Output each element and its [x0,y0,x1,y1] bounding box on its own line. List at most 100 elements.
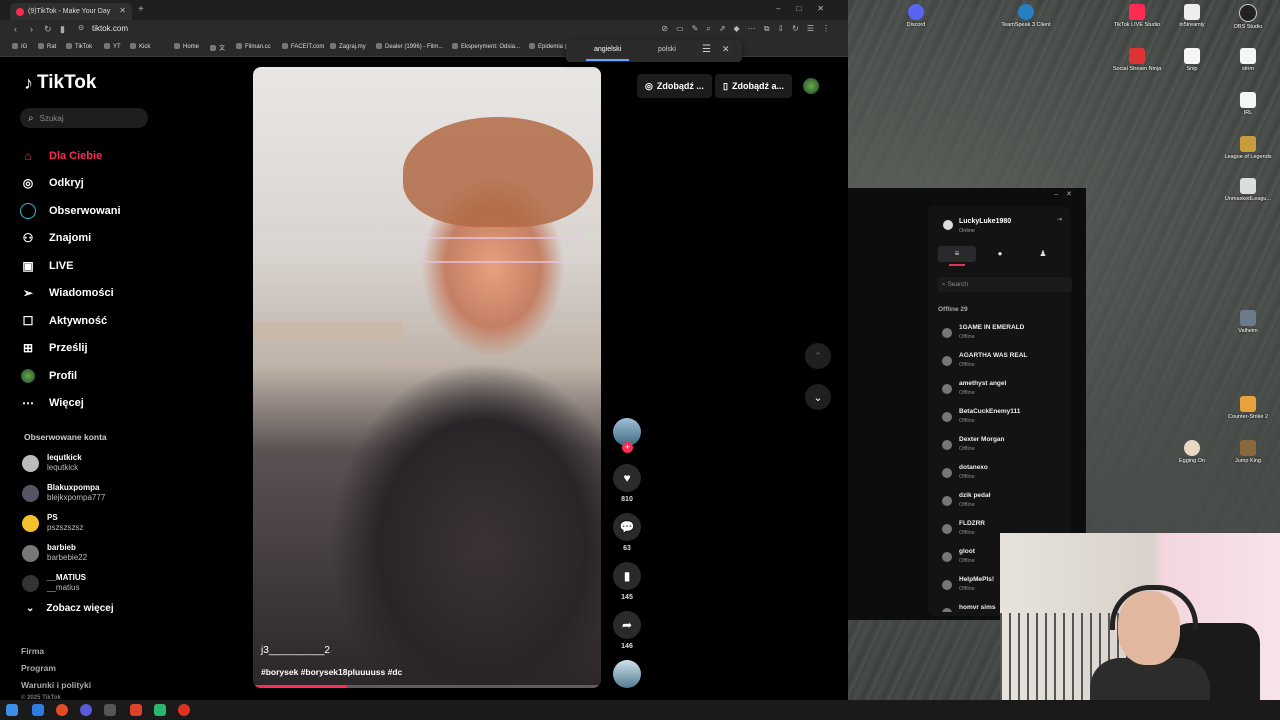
tiktok-logo[interactable]: ♪ TikTok [24,72,96,94]
forward-icon[interactable]: › [30,24,33,34]
get-app-button[interactable]: ▯ Zdobądź a... [715,74,792,98]
desktop-icon-strim[interactable]: strim [1218,48,1278,72]
profile-avatar[interactable] [803,78,819,94]
back-icon[interactable]: ‹ [14,24,17,34]
desktop-icon-tiktok-live[interactable]: TikTok LIVE Studio [1107,4,1167,28]
desktop-icon-irl[interactable]: IRL [1218,92,1278,116]
extensions-toolbar[interactable]: ⊘▭✎⌕⇗◆⋯⧉⇩↻☰⋮ [661,24,838,34]
desktop-icon-instreamly[interactable]: in5treamly [1162,4,1222,28]
like-button[interactable]: ♥ [613,464,641,492]
site-info-icon[interactable]: ⚙ [78,24,84,32]
previous-video-button[interactable]: ⌃ [805,343,831,369]
desktop-icon-social-stream[interactable]: Social Stream Ninja [1107,48,1167,72]
see-more-button[interactable]: ⌄ Zobacz więcej [26,603,114,614]
nav-przeslij[interactable]: ⊞ Prześlij [20,335,200,363]
video-username[interactable]: j3__________2 [261,645,330,656]
window-controls[interactable]: –□✕ [776,4,840,13]
tab-add-friend[interactable]: ♟ [1024,246,1062,262]
bookmark-item[interactable]: YT [104,43,121,50]
panel-window-controls[interactable]: –✕ [1054,190,1080,198]
taskbar-app-icon[interactable] [154,704,166,716]
close-tab-icon[interactable]: ✕ [119,6,126,15]
nav-wiadomosci[interactable]: ➢ Wiadomości [20,280,200,308]
tab-chat[interactable]: ● [981,246,1019,262]
friends-search-input[interactable]: ⌕ Search [938,277,1072,292]
taskbar-app-icon[interactable] [104,704,116,716]
nav-dla-ciebie[interactable]: ⌂ Dla Ciebie [20,142,200,170]
new-tab-icon[interactable]: + [138,4,144,15]
get-coins-button[interactable]: ◎ Zdobądź ... [637,74,712,98]
search-input[interactable]: ⌕ Szukaj [20,108,148,128]
next-video-button[interactable]: ⌄ [805,384,831,410]
nav-wiecej[interactable]: ⋯ Więcej [20,390,200,418]
share-button[interactable]: ➦ [613,611,641,639]
browser-tab[interactable]: (9)TikTok - Make Your Day ✕ [10,3,132,20]
friend-row[interactable]: AGARTHA WAS REAL Offline [942,350,1072,378]
desktop-icon-discord[interactable]: Discord [886,4,946,28]
desktop-icon-league[interactable]: League of Legends [1218,136,1278,160]
collapse-icon[interactable]: ⇥ [1057,216,1062,223]
desktop-icon-egging-on[interactable]: Egging On [1162,440,1222,464]
bookmark-item[interactable]: Epidemia ( [529,43,567,50]
bookmark-item[interactable]: FACEIT.com [282,43,324,50]
footer-link[interactable]: Firma [21,643,91,660]
friend-row[interactable]: BetaCuckEnemy111 Offline [942,406,1072,434]
taskbar-app-icon[interactable] [80,704,92,716]
follow-plus-icon[interactable]: + [622,442,633,453]
desktop-icon-jump-king[interactable]: Jump King [1218,440,1278,464]
bookmark-item[interactable]: IG [12,43,27,50]
followed-account[interactable]: __MATIUS __matius [22,568,162,598]
sound-disc-avatar[interactable] [613,660,641,688]
bookmark-item[interactable]: Home [174,43,199,50]
followed-account[interactable]: PS pszszszsz [22,508,162,538]
footer-link[interactable]: Program [21,660,91,677]
followed-account[interactable]: Blakuxpompa blejkxpompa777 [22,478,162,508]
menu-icon[interactable]: ☰ [702,44,711,55]
taskbar-app-icon[interactable] [178,704,190,716]
save-button[interactable]: ▮ [613,562,641,590]
taskbar-app-icon[interactable] [32,704,44,716]
address-bar[interactable]: tiktok.com [92,24,128,33]
desktop-icon-unmasked[interactable]: UnmaskedLeagu... [1218,178,1278,202]
followed-account[interactable]: barbieb barbebie22 [22,538,162,568]
bookmark-item[interactable]: 文 [210,43,225,52]
video-progress-bar[interactable] [253,685,601,688]
taskbar-browser-icon[interactable] [56,704,68,716]
video-player[interactable]: j3__________2 #borysek #borysek18pluuuus… [253,67,601,688]
nav-obserwowani[interactable]: Obserwowani [20,197,200,225]
bookmark-item[interactable]: Filman.cc [236,43,271,50]
bookmark-item[interactable]: Rat [38,43,56,50]
tab-friends-list[interactable]: ≡ [938,246,976,266]
nav-odkryj[interactable]: ◎ Odkryj [20,170,200,198]
nav-aktywnosc[interactable]: ☐ Aktywność [20,307,200,335]
followed-account[interactable]: lequtkick lequtkick [22,448,162,478]
friend-row[interactable]: dzik pedał Offline [942,490,1072,518]
nav-profil[interactable]: Profil [20,362,200,390]
bookmark-item[interactable]: Dealer (1996) - Film... [376,43,443,50]
taskbar-app-icon[interactable] [130,704,142,716]
bookmark-item[interactable]: Eksperyment: Odsia... [452,43,520,50]
bookmark-icon[interactable]: ▮ [60,24,65,35]
translate-target-tab[interactable]: polski [658,46,676,53]
friend-row[interactable]: amethyst angel Offline [942,378,1072,406]
friend-row[interactable]: 1GAME IN EMERALD Offline [942,322,1072,350]
friend-row[interactable]: dotanexo Offline [942,462,1072,490]
creator-avatar[interactable]: + [613,418,641,453]
bookmark-item[interactable]: Zagraj.my [330,43,366,50]
desktop-icon-snip[interactable]: Snip [1162,48,1222,72]
comment-button[interactable]: 💬 [613,513,641,541]
nav-live[interactable]: ▣ LIVE [20,252,200,280]
bookmark-item[interactable]: Kick [130,43,150,50]
bookmark-item[interactable]: TikTok [66,43,92,50]
desktop-icon-valheim[interactable]: Valheim [1218,310,1278,334]
translate-source-tab[interactable]: angielski [585,46,630,61]
close-icon[interactable]: ✕ [722,44,730,55]
reload-icon[interactable]: ↻ [44,24,52,35]
footer-link[interactable]: Warunki i polityki [21,677,91,694]
desktop-icon-obs[interactable]: OBS Studio [1218,4,1278,30]
video-caption[interactable]: #borysek #borysek18pluuuuss #dc [261,667,402,677]
desktop-icon-cs2[interactable]: Counter-Strike 2 [1218,396,1278,420]
nav-znajomi[interactable]: ⚇ Znajomi [20,225,200,253]
desktop-icon-teamspeak[interactable]: TeamSpeak 3 Client [996,4,1056,28]
friend-row[interactable]: Dexter Morgan Offline [942,434,1072,462]
